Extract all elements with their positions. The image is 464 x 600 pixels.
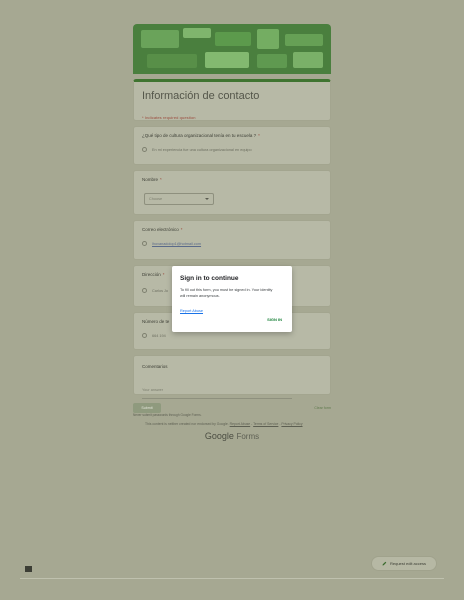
disclaimer-text: This content is neither created nor endo… — [145, 422, 229, 426]
select-value: Choose — [149, 197, 163, 201]
google-forms-logo[interactable]: Google Forms — [0, 431, 464, 441]
report-abuse-link[interactable]: Report Abuse — [230, 422, 251, 426]
radio-option-label: En mi experiencia fue una cultura organi… — [152, 147, 252, 152]
radio-button[interactable] — [142, 147, 147, 152]
privacy-link[interactable]: Privacy Policy — [281, 422, 302, 426]
form-column: Información de contacto * Indicates requ… — [133, 24, 331, 413]
question-label: Correo electrónico * — [142, 227, 183, 232]
question-label: Comentarios — [142, 364, 168, 369]
radio-button[interactable] — [142, 333, 147, 338]
input-placeholder: Your answer — [142, 388, 163, 392]
question-card-comments: Comentarios Your answer — [133, 355, 331, 399]
submit-button[interactable]: Submit — [133, 403, 161, 413]
radio-option[interactable]: 664 194 — [142, 333, 322, 338]
chevron-down-icon — [205, 198, 209, 200]
question-card-email: Correo electrónico * lhovanadolop1@hotmai… — [133, 220, 331, 260]
question-label: ¿Qué tipo de cultura organizacional tení… — [142, 133, 260, 138]
form-title-card: Información de contacto * Indicates requ… — [133, 79, 331, 121]
password-warning: Never submit passwords through Google Fo… — [133, 413, 202, 417]
sign-in-dialog: Sign in to continue To fill out this for… — [172, 266, 292, 332]
form-footer: Submit Clear form — [133, 403, 331, 413]
comments-input[interactable]: Your answer — [142, 378, 292, 399]
radio-button[interactable] — [142, 288, 147, 293]
required-note: * Indicates required question — [142, 115, 196, 120]
radio-option[interactable]: En mi experiencia fue una cultura organi… — [142, 147, 322, 152]
logo-forms-text: Forms — [236, 432, 260, 441]
radio-option-label: 664 194 — [152, 333, 166, 338]
header-banner-image — [133, 24, 331, 74]
radio-option-label: lhovanadolop1@hotmail.com — [152, 241, 202, 246]
report-flag-icon[interactable] — [25, 566, 32, 572]
dialog-report-abuse-link[interactable]: Report Abuse — [180, 309, 203, 313]
form-title: Información de contacto — [142, 90, 260, 102]
radio-option[interactable]: lhovanadolop1@hotmail.com — [142, 241, 322, 246]
logo-google-text: Google — [204, 431, 234, 441]
disclaimer: This content is neither created nor endo… — [145, 422, 303, 426]
dialog-title: Sign in to continue — [180, 275, 239, 282]
radio-button[interactable] — [142, 241, 147, 246]
request-edit-access-button[interactable]: Request edit access — [371, 556, 437, 571]
bottom-divider — [20, 578, 444, 579]
request-edit-label: Request edit access — [389, 561, 427, 566]
clear-form-link[interactable]: Clear form — [314, 406, 331, 410]
pencil-icon — [382, 561, 387, 566]
question-label: Nombre * — [142, 177, 162, 182]
terms-link[interactable]: Terms of Service — [253, 422, 278, 426]
radio-option-label: Carlos Jo — [152, 288, 169, 293]
name-select[interactable]: Choose — [144, 193, 214, 205]
question-card-culture: ¿Qué tipo de cultura organizacional tení… — [133, 126, 331, 165]
dialog-body: To fill out this form, you must be signe… — [180, 288, 273, 298]
sign-in-button[interactable]: SIGN IN — [267, 317, 282, 322]
question-card-name: Nombre * Choose — [133, 170, 331, 215]
